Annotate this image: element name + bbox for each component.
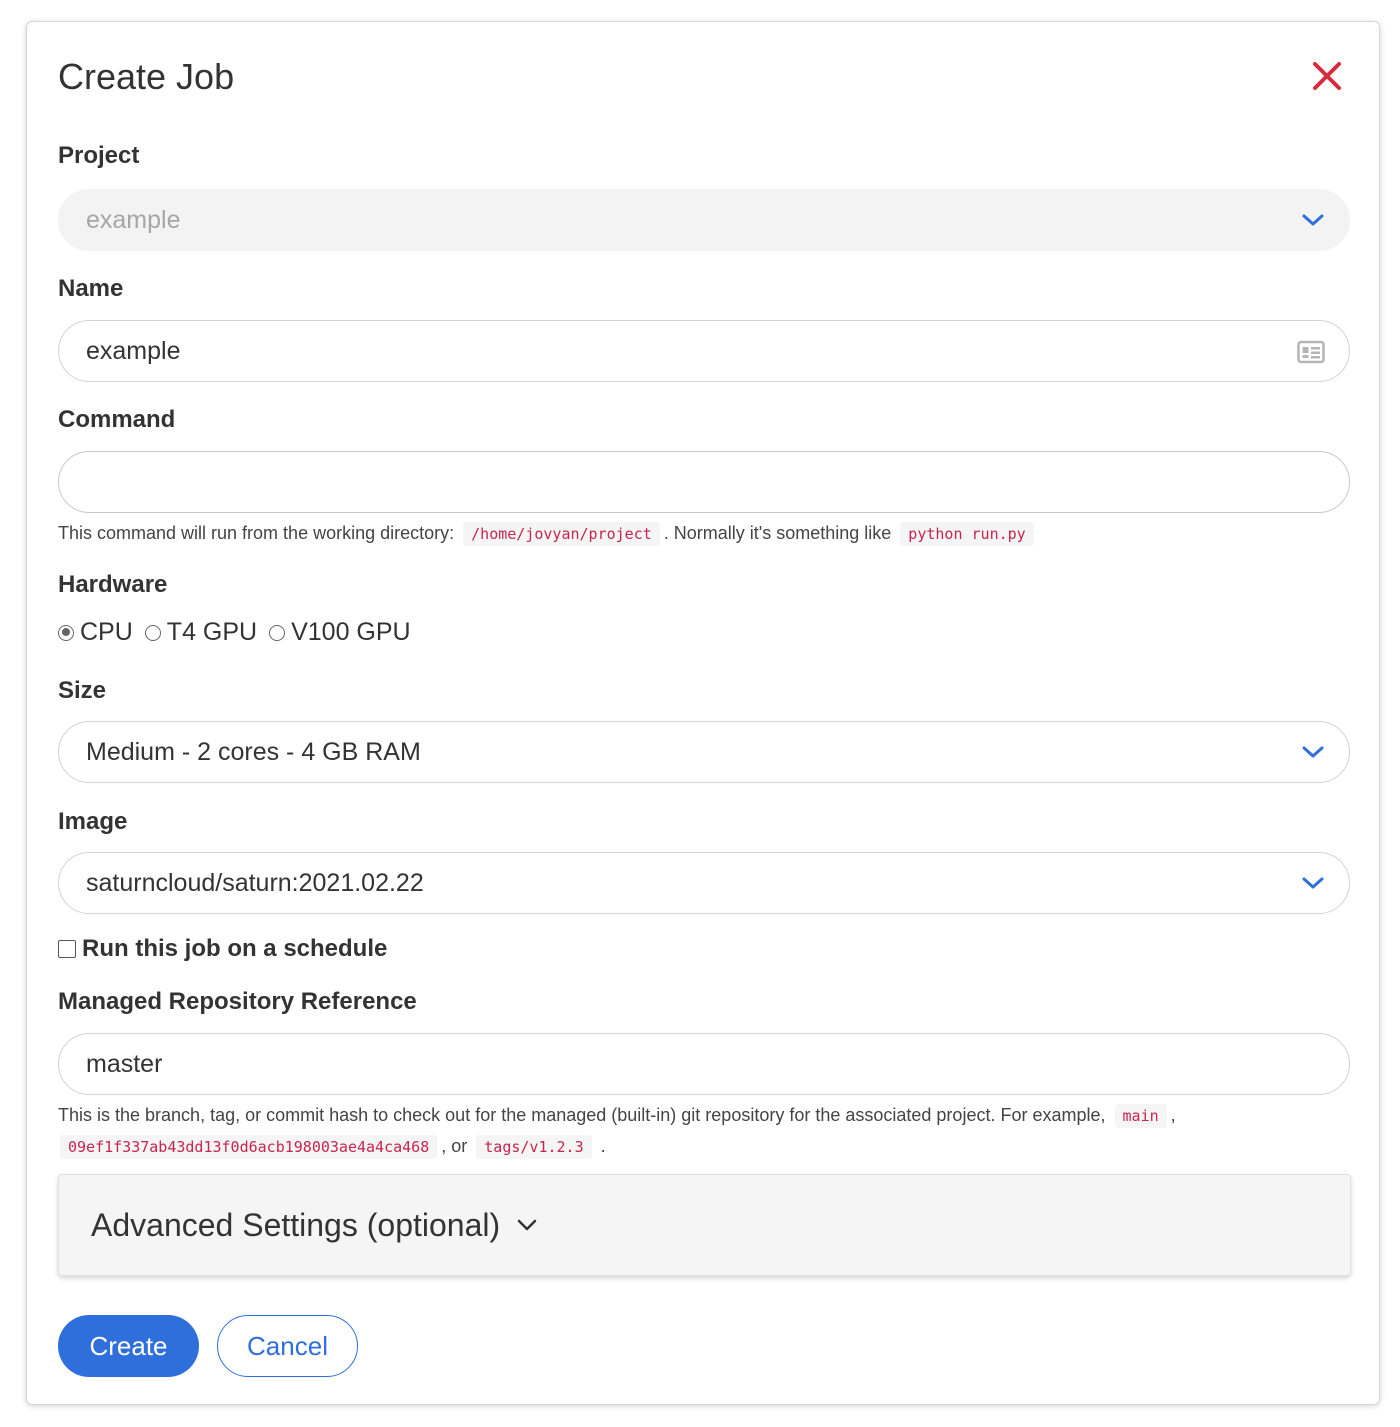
project-select-value: example xyxy=(86,205,181,234)
size-select-value: Medium - 2 cores - 4 GB RAM xyxy=(86,737,421,766)
close-icon xyxy=(1313,62,1341,90)
schedule-checkbox[interactable] xyxy=(58,940,76,958)
repo-help-end: . xyxy=(600,1136,606,1156)
size-label: Size xyxy=(58,677,107,704)
contact-card-icon xyxy=(1297,340,1325,364)
schedule-option[interactable]: Run this job on a schedule xyxy=(58,935,387,963)
create-job-dialog: Create Job Project example Name example … xyxy=(26,21,1380,1405)
repo-example-main: main xyxy=(1114,1104,1167,1128)
command-help: This command will run from the working d… xyxy=(58,518,1038,549)
name-input-value: example xyxy=(86,336,181,365)
chevron-down-icon xyxy=(1302,214,1324,226)
hardware-option-label: V100 GPU xyxy=(291,618,411,646)
image-select[interactable]: saturncloud/saturn:2021.02.22 xyxy=(58,852,1350,914)
command-help-text: This command will run from the working d… xyxy=(58,523,455,543)
command-input[interactable] xyxy=(58,451,1350,513)
working-directory-code: /home/jovyan/project xyxy=(463,522,660,546)
chevron-down-icon xyxy=(1302,877,1324,889)
radio-unselected-icon[interactable] xyxy=(269,624,286,641)
repo-reference-input[interactable]: master xyxy=(58,1033,1350,1095)
command-help-text-2: . Normally it's something like xyxy=(663,523,892,543)
hardware-option-cpu[interactable]: CPU xyxy=(58,618,133,647)
name-input[interactable]: example xyxy=(58,320,1350,382)
hardware-radio-group: CPU T4 GPU V100 GPU xyxy=(58,618,423,647)
radio-selected-icon[interactable] xyxy=(58,624,74,641)
project-label: Project xyxy=(58,142,140,169)
hardware-option-label: CPU xyxy=(80,618,133,646)
image-select-value: saturncloud/saturn:2021.02.22 xyxy=(86,868,424,897)
command-label: Command xyxy=(58,406,176,433)
chevron-down-icon xyxy=(517,1219,537,1231)
hardware-option-v100-gpu[interactable]: V100 GPU xyxy=(269,618,411,647)
hardware-label: Hardware xyxy=(58,571,168,598)
repo-reference-value: master xyxy=(86,1049,163,1078)
repo-example-tag: tags/v1.2.3 xyxy=(476,1135,592,1159)
radio-unselected-icon[interactable] xyxy=(144,624,161,641)
advanced-settings-label: Advanced Settings (optional) xyxy=(91,1206,501,1243)
command-example-code: python run.py xyxy=(900,522,1034,546)
schedule-label: Run this job on a schedule xyxy=(82,935,388,962)
size-select[interactable]: Medium - 2 cores - 4 GB RAM xyxy=(58,721,1350,783)
dialog-title: Create Job xyxy=(58,56,235,97)
project-select[interactable]: example xyxy=(58,189,1350,251)
hardware-option-label: T4 GPU xyxy=(166,618,258,646)
create-button[interactable]: Create xyxy=(58,1315,199,1377)
repo-help: This is the branch, tag, or commit hash … xyxy=(58,1100,1298,1162)
chevron-down-icon xyxy=(1302,746,1324,758)
name-label: Name xyxy=(58,275,124,302)
cancel-button[interactable]: Cancel xyxy=(217,1315,358,1377)
image-label: Image xyxy=(58,808,128,835)
repo-help-sep: , or xyxy=(441,1136,468,1156)
repo-example-commit: 09ef1f337ab43dd13f0d6acb198003ae4a4ca468 xyxy=(60,1135,438,1159)
repo-help-text: This is the branch, tag, or commit hash … xyxy=(58,1105,1106,1125)
advanced-settings-toggle[interactable]: Advanced Settings (optional) xyxy=(58,1174,1351,1276)
repo-label: Managed Repository Reference xyxy=(58,988,417,1015)
repo-help-sep: , xyxy=(1170,1105,1176,1125)
hardware-option-t4-gpu[interactable]: T4 GPU xyxy=(144,618,258,647)
close-button[interactable] xyxy=(1311,60,1343,92)
